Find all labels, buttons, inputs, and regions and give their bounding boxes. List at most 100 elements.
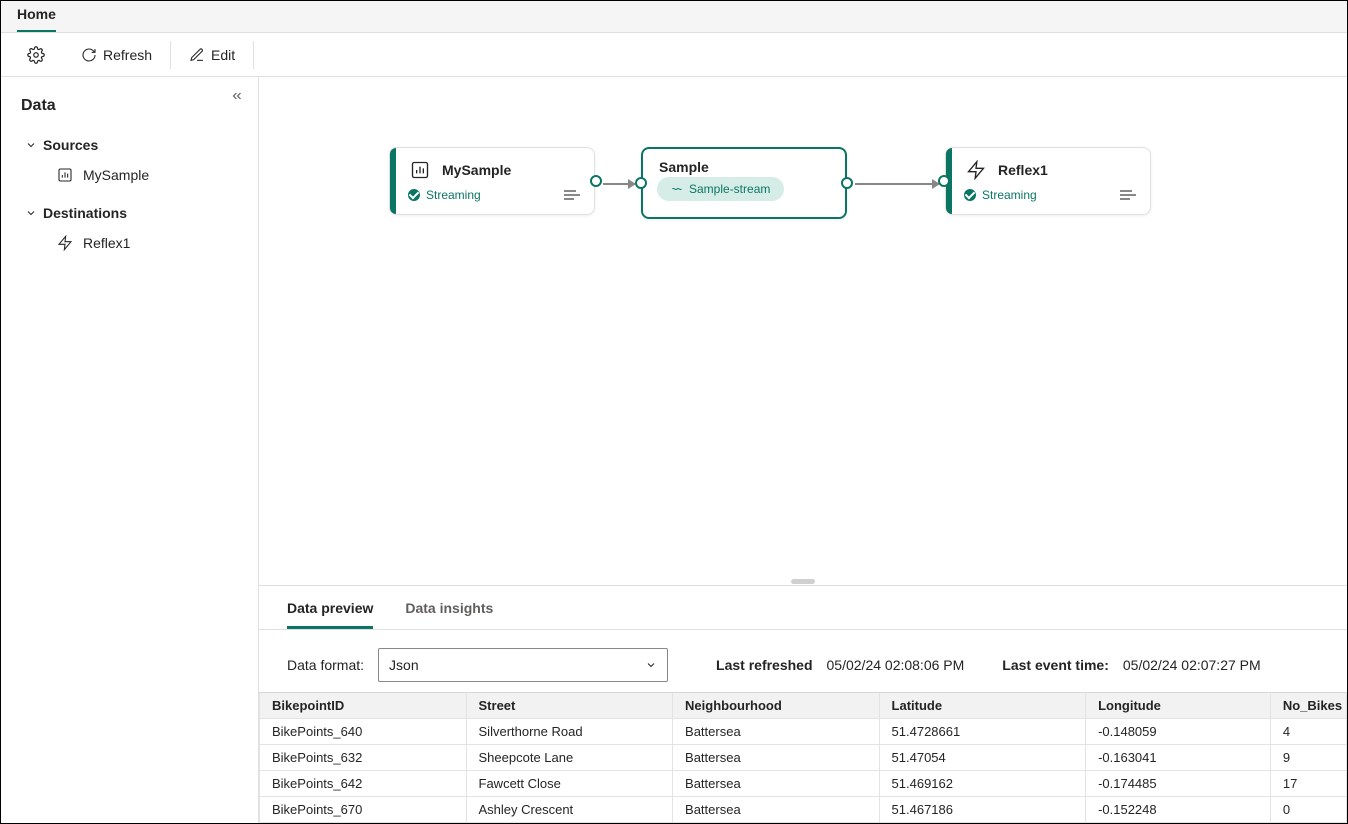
refresh-icon (81, 47, 97, 63)
node-status: Streaming (964, 188, 1037, 202)
table-cell: 9 (1270, 745, 1346, 771)
lightning-icon (57, 235, 73, 251)
edit-icon (189, 47, 205, 63)
sidebar: Data Sources MySample (1, 77, 259, 823)
table-cell: -0.174485 (1086, 771, 1271, 797)
col-header[interactable]: Longitude (1086, 693, 1271, 719)
lightning-icon (964, 158, 988, 182)
last-refreshed-label: Last refreshed (716, 657, 812, 673)
table-cell: -0.152248 (1086, 797, 1271, 823)
table-row[interactable]: BikePoints_670Ashley CrescentBattersea51… (260, 797, 1347, 823)
chevron-down-icon (645, 659, 657, 671)
table-cell: BikePoints_670 (260, 797, 467, 823)
tree-section-label: Destinations (43, 205, 127, 221)
tree-item-reflex1[interactable]: Reflex1 (1, 227, 258, 259)
collapse-sidebar-button[interactable] (230, 89, 244, 106)
stream-icon (671, 183, 683, 195)
chevron-double-left-icon (230, 89, 244, 103)
last-event-value: 05/02/24 02:07:27 PM (1123, 657, 1261, 673)
node-title: Reflex1 (998, 162, 1048, 178)
panel-splitter[interactable] (259, 577, 1347, 585)
preview-table: BikepointID Street Neighbourhood Latitud… (259, 692, 1347, 823)
graph-node-destination[interactable]: Reflex1 Streaming (945, 147, 1151, 215)
tab-data-preview[interactable]: Data preview (287, 600, 373, 629)
settings-button[interactable] (21, 42, 51, 68)
chevron-down-icon (25, 207, 37, 219)
table-cell: Battersea (673, 797, 880, 823)
data-format-select[interactable]: Json (378, 648, 668, 682)
table-header-row: BikepointID Street Neighbourhood Latitud… (260, 693, 1347, 719)
node-menu-button[interactable] (1120, 190, 1136, 200)
graph-node-stream[interactable]: Sample Sample-stream (641, 147, 847, 219)
graph-canvas[interactable]: MySample Streaming Sample (259, 77, 1347, 577)
tree-item-label: Reflex1 (83, 235, 130, 251)
node-title: Sample (659, 159, 709, 175)
check-icon (408, 189, 420, 201)
col-header[interactable]: Latitude (879, 693, 1086, 719)
col-header[interactable]: BikepointID (260, 693, 467, 719)
preview-panel: Data preview Data insights Data format: … (259, 585, 1347, 823)
table-row[interactable]: BikePoints_642Fawcett CloseBattersea51.4… (260, 771, 1347, 797)
table-cell: 51.47054 (879, 745, 1086, 771)
check-icon (964, 189, 976, 201)
stream-chip[interactable]: Sample-stream (657, 177, 784, 201)
barchart-icon (57, 167, 73, 183)
edge-arrow (855, 183, 939, 185)
table-cell: Silverthorne Road (466, 719, 673, 745)
table-cell: -0.163041 (1086, 745, 1271, 771)
tab-data-insights[interactable]: Data insights (405, 600, 493, 629)
last-refreshed-value: 05/02/24 02:08:06 PM (827, 657, 965, 673)
edit-label: Edit (211, 47, 235, 63)
node-output-port[interactable] (841, 177, 853, 189)
table-cell: Battersea (673, 771, 880, 797)
graph-node-source[interactable]: MySample Streaming (389, 147, 595, 215)
node-status: Streaming (408, 188, 481, 202)
data-format-value: Json (389, 657, 419, 673)
tree-section-destinations[interactable]: Destinations (1, 199, 258, 227)
ribbon-tabs: Home (1, 1, 1347, 33)
toolbar-separator (253, 41, 254, 69)
table-cell: BikePoints_632 (260, 745, 467, 771)
gear-icon (27, 46, 45, 64)
node-title: MySample (442, 162, 511, 178)
table-cell: BikePoints_642 (260, 771, 467, 797)
stream-chip-label: Sample-stream (689, 182, 770, 196)
node-accent (390, 148, 396, 214)
edit-button[interactable]: Edit (183, 43, 241, 67)
chevron-down-icon (25, 139, 37, 151)
last-event-label: Last event time: (1002, 657, 1109, 673)
table-cell: BikePoints_640 (260, 719, 467, 745)
col-header[interactable]: Street (466, 693, 673, 719)
table-cell: 51.4728661 (879, 719, 1086, 745)
tree-section-label: Sources (43, 137, 98, 153)
node-input-port[interactable] (635, 177, 647, 189)
table-cell: Battersea (673, 745, 880, 771)
table-cell: Fawcett Close (466, 771, 673, 797)
node-menu-button[interactable] (564, 190, 580, 200)
node-output-port[interactable] (590, 175, 602, 187)
edge-arrow (603, 183, 635, 185)
refresh-label: Refresh (103, 47, 152, 63)
node-input-port[interactable] (938, 175, 950, 187)
table-cell: 4 (1270, 719, 1346, 745)
table-row[interactable]: BikePoints_640Silverthorne RoadBattersea… (260, 719, 1347, 745)
col-header[interactable]: Neighbourhood (673, 693, 880, 719)
refresh-button[interactable]: Refresh (75, 43, 158, 67)
table-cell: 51.469162 (879, 771, 1086, 797)
col-header[interactable]: No_Bikes (1270, 693, 1346, 719)
table-cell: -0.148059 (1086, 719, 1271, 745)
table-cell: Ashley Crescent (466, 797, 673, 823)
table-cell: 17 (1270, 771, 1346, 797)
tree-item-mysample[interactable]: MySample (1, 159, 258, 191)
table-row[interactable]: BikePoints_632Sheepcote LaneBattersea51.… (260, 745, 1347, 771)
table-cell: 51.467186 (879, 797, 1086, 823)
barchart-icon (408, 158, 432, 182)
toolbar: Refresh Edit (1, 33, 1347, 77)
tree-section-sources[interactable]: Sources (1, 131, 258, 159)
sidebar-title: Data (1, 89, 258, 127)
table-cell: 0 (1270, 797, 1346, 823)
table-cell: Battersea (673, 719, 880, 745)
tab-home[interactable]: Home (17, 0, 56, 32)
table-cell: Sheepcote Lane (466, 745, 673, 771)
data-format-label: Data format: (287, 657, 364, 673)
